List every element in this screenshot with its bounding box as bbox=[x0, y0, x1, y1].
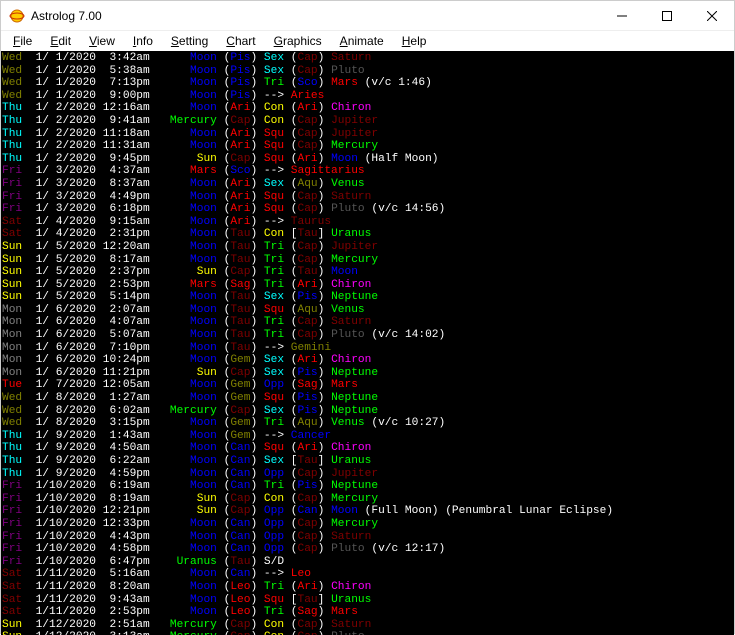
transit-row: Wed 1/ 1/2020 7:13pm Moon (Pis) Tri (Sco… bbox=[2, 77, 734, 90]
transit-row: Fri 1/10/2020 12:21pm Sun (Cap) Opp (Can… bbox=[2, 505, 734, 518]
app-icon bbox=[9, 8, 25, 24]
transit-row: Wed 1/ 8/2020 6:02am Mercury (Cap) Sex (… bbox=[2, 405, 734, 418]
transit-row: Mon 1/ 6/2020 11:21pm Sun (Cap) Sex (Pis… bbox=[2, 367, 734, 380]
transit-row: Wed 1/ 8/2020 3:15pm Moon (Gem) Tri (Aqu… bbox=[2, 417, 734, 430]
transit-row: Tue 1/ 7/2020 12:05am Moon (Gem) Opp (Sa… bbox=[2, 379, 734, 392]
menu-view[interactable]: View bbox=[81, 32, 123, 50]
menu-bar: FileEditViewInfoSettingChartGraphicsAnim… bbox=[1, 31, 734, 51]
menu-animate[interactable]: Animate bbox=[332, 32, 392, 50]
transit-row: Sun 1/12/2020 2:51am Mercury (Cap) Con (… bbox=[2, 619, 734, 632]
transit-row: Sat 1/11/2020 8:20am Moon (Leo) Tri (Ari… bbox=[2, 581, 734, 594]
minimize-button[interactable] bbox=[599, 1, 644, 31]
transit-row: Wed 1/ 8/2020 1:27am Moon (Gem) Squ (Pis… bbox=[2, 392, 734, 405]
transit-row: Sun 1/ 5/2020 2:53pm Mars (Sag) Tri (Ari… bbox=[2, 279, 734, 292]
transit-row: Sun 1/ 5/2020 12:20am Moon (Tau) Tri (Ca… bbox=[2, 241, 734, 254]
close-button[interactable] bbox=[689, 1, 734, 31]
transit-row: Fri 1/10/2020 12:33pm Moon (Can) Opp (Ca… bbox=[2, 518, 734, 531]
transit-row: Fri 1/10/2020 8:19am Sun (Cap) Con (Cap)… bbox=[2, 493, 734, 506]
transit-row: Sat 1/ 4/2020 9:15am Moon (Ari) --> Taur… bbox=[2, 216, 734, 229]
menu-edit[interactable]: Edit bbox=[42, 32, 79, 50]
transit-row: Wed 1/ 1/2020 3:42am Moon (Pis) Sex (Cap… bbox=[2, 52, 734, 65]
transit-row: Sun 1/12/2020 3:13am Mercury (Cap) Con (… bbox=[2, 631, 734, 635]
window-controls bbox=[599, 1, 734, 31]
transit-row: Thu 1/ 9/2020 4:59pm Moon (Can) Opp (Cap… bbox=[2, 468, 734, 481]
transit-row: Fri 1/ 3/2020 8:37am Moon (Ari) Sex (Aqu… bbox=[2, 178, 734, 191]
transit-row: Fri 1/10/2020 4:58pm Moon (Can) Opp (Cap… bbox=[2, 543, 734, 556]
transit-row: Mon 1/ 6/2020 5:07am Moon (Tau) Tri (Cap… bbox=[2, 329, 734, 342]
transit-row: Mon 1/ 6/2020 10:24pm Moon (Gem) Sex (Ar… bbox=[2, 354, 734, 367]
transit-row: Wed 1/ 1/2020 9:00pm Moon (Pis) --> Arie… bbox=[2, 90, 734, 103]
transit-row: Thu 1/ 2/2020 9:45pm Sun (Cap) Squ (Ari)… bbox=[2, 153, 734, 166]
transit-row: Thu 1/ 9/2020 4:50am Moon (Can) Squ (Ari… bbox=[2, 442, 734, 455]
transit-row: Fri 1/ 3/2020 6:18pm Moon (Ari) Squ (Cap… bbox=[2, 203, 734, 216]
transit-row: Fri 1/ 3/2020 4:49pm Moon (Ari) Squ (Cap… bbox=[2, 191, 734, 204]
transit-row: Thu 1/ 9/2020 1:43am Moon (Gem) --> Canc… bbox=[2, 430, 734, 443]
menu-info[interactable]: Info bbox=[125, 32, 161, 50]
transit-row: Wed 1/ 1/2020 5:38am Moon (Pis) Sex (Cap… bbox=[2, 65, 734, 78]
transit-row: Thu 1/ 2/2020 9:41am Mercury (Cap) Con (… bbox=[2, 115, 734, 128]
menu-file[interactable]: File bbox=[5, 32, 40, 50]
transit-output: Wed 1/ 1/2020 3:42am Moon (Pis) Sex (Cap… bbox=[1, 51, 734, 635]
transit-row: Sun 1/ 5/2020 8:17am Moon (Tau) Tri (Cap… bbox=[2, 254, 734, 267]
title-bar: Astrolog 7.00 bbox=[1, 1, 734, 31]
transit-row: Thu 1/ 2/2020 11:18am Moon (Ari) Squ (Ca… bbox=[2, 128, 734, 141]
transit-row: Sun 1/ 5/2020 2:37pm Sun (Cap) Tri (Tau)… bbox=[2, 266, 734, 279]
transit-row: Fri 1/10/2020 4:43pm Moon (Can) Opp (Cap… bbox=[2, 531, 734, 544]
menu-setting[interactable]: Setting bbox=[163, 32, 216, 50]
transit-row: Fri 1/10/2020 6:19am Moon (Can) Tri (Pis… bbox=[2, 480, 734, 493]
transit-row: Sat 1/11/2020 5:16am Moon (Can) --> Leo bbox=[2, 568, 734, 581]
transit-row: Thu 1/ 2/2020 11:31am Moon (Ari) Squ (Ca… bbox=[2, 140, 734, 153]
transit-row: Sat 1/11/2020 9:43am Moon (Leo) Squ [Tau… bbox=[2, 594, 734, 607]
menu-chart[interactable]: Chart bbox=[218, 32, 263, 50]
transit-row: Thu 1/ 9/2020 6:22am Moon (Can) Sex [Tau… bbox=[2, 455, 734, 468]
transit-row: Fri 1/ 3/2020 4:37am Mars (Sco) --> Sagi… bbox=[2, 165, 734, 178]
transit-row: Mon 1/ 6/2020 2:07am Moon (Tau) Squ (Aqu… bbox=[2, 304, 734, 317]
transit-row: Mon 1/ 6/2020 7:10pm Moon (Tau) --> Gemi… bbox=[2, 342, 734, 355]
transit-row: Sat 1/ 4/2020 2:31pm Moon (Tau) Con [Tau… bbox=[2, 228, 734, 241]
menu-help[interactable]: Help bbox=[394, 32, 435, 50]
maximize-button[interactable] bbox=[644, 1, 689, 31]
menu-graphics[interactable]: Graphics bbox=[266, 32, 330, 50]
window-title: Astrolog 7.00 bbox=[31, 9, 102, 23]
transit-row: Sun 1/ 5/2020 5:14pm Moon (Tau) Sex (Pis… bbox=[2, 291, 734, 304]
transit-row: Mon 1/ 6/2020 4:07am Moon (Tau) Tri (Cap… bbox=[2, 316, 734, 329]
transit-row: Thu 1/ 2/2020 12:16am Moon (Ari) Con (Ar… bbox=[2, 102, 734, 115]
transit-row: Sat 1/11/2020 2:53pm Moon (Leo) Tri (Sag… bbox=[2, 606, 734, 619]
transit-row: Fri 1/10/2020 6:47pm Uranus (Tau) S/D bbox=[2, 556, 734, 569]
